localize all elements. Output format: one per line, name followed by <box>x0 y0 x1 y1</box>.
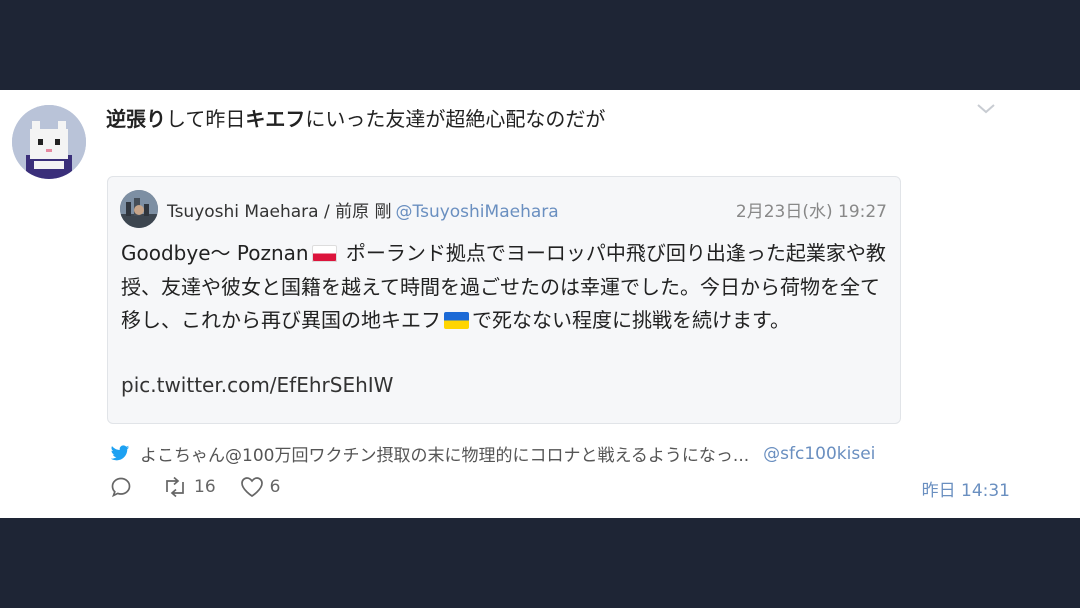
tweet-text-segment-2: して昨日 <box>166 107 246 131</box>
reply-icon <box>111 477 131 498</box>
chevron-down-icon[interactable] <box>976 102 996 116</box>
quoted-avatar-photo-icon <box>120 190 158 228</box>
retweet-button[interactable]: 16 <box>162 476 216 498</box>
quoted-tweet[interactable]: Tsuyoshi Maehara / 前原 剛 @TsuyoshiMaehara … <box>107 176 901 424</box>
quoted-body: Goodbye〜 Poznan ポーランド拠点でヨーロッパ中飛び回り出逢った起業… <box>121 237 887 338</box>
like-button[interactable]: 6 <box>240 476 281 498</box>
tweet-card[interactable]: 逆張りして昨日キエフにいった友達が超絶心配なのだが Tsuyoshi Maeha… <box>0 90 1080 518</box>
quoted-author-name: Tsuyoshi Maehara / 前原 剛 <box>167 202 392 222</box>
quoted-author-handle[interactable]: @TsuyoshiMaehara <box>396 202 559 222</box>
tweet-timestamp[interactable]: 昨日 14:31 <box>922 476 1010 501</box>
ukraine-flag-icon <box>444 312 469 329</box>
tweet-text-segment-4: にいった友達が超絶心配なのだが <box>305 107 606 131</box>
quoted-media-link[interactable]: pic.twitter.com/EfEhrSEhIW <box>121 373 393 397</box>
quoted-author-avatar[interactable] <box>120 190 158 228</box>
like-count: 6 <box>269 477 281 497</box>
retweet-context[interactable]: よこちゃん@100万回ワクチン摂取の末に物理的にコロナと戦えるようになっ... … <box>110 441 875 466</box>
quoted-body-part-3: で死なない程度に挑戦を続けます。 <box>472 308 790 332</box>
quoted-body-part-1: Goodbye〜 Poznan <box>121 241 309 265</box>
tweet-text-bold-2: キエフ <box>245 107 306 131</box>
tweet-actions: 16 6 <box>110 476 304 498</box>
heart-icon <box>240 477 263 498</box>
quoted-date: 2月23日(水) 19:27 <box>735 202 887 222</box>
poland-flag-icon <box>311 245 337 262</box>
user-avatar[interactable] <box>12 105 86 179</box>
twitter-bird-icon <box>110 445 130 461</box>
tweet-text-bold-1: 逆張り <box>106 107 166 131</box>
tweet-text: 逆張りして昨日キエフにいった友達が超絶心配なのだが <box>106 104 605 134</box>
retweet-icon <box>166 476 184 498</box>
retweet-context-text: よこちゃん@100万回ワクチン摂取の末に物理的にコロナと戦えるようになっ... <box>140 446 750 466</box>
retweet-count: 16 <box>194 477 216 497</box>
reply-button[interactable] <box>110 476 138 498</box>
pixel-cat-avatar-icon <box>12 105 86 179</box>
quoted-author: Tsuyoshi Maehara / 前原 剛 @TsuyoshiMaehara <box>167 197 559 222</box>
retweet-context-handle[interactable]: @sfc100kisei <box>763 444 875 464</box>
